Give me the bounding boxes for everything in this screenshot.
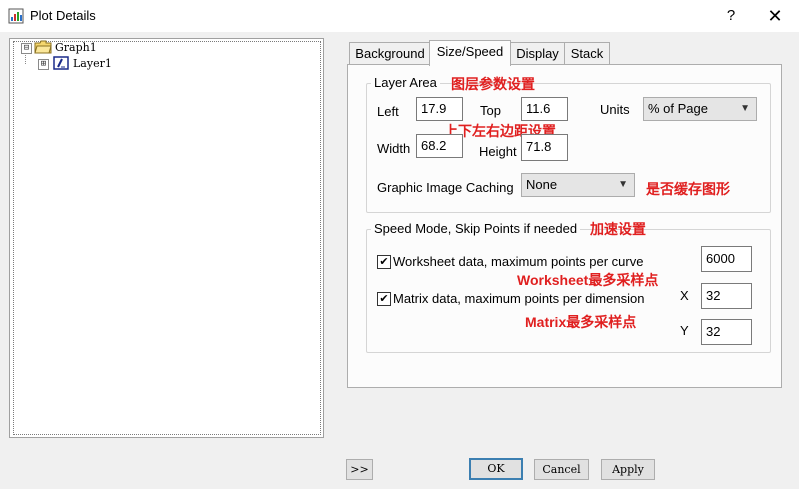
annotation-caching: 是否缓存图形 — [646, 181, 730, 197]
tree-connector — [25, 53, 27, 64]
tree-node-graph1[interactable]: Graph1 — [55, 41, 97, 54]
plot-details-icon — [8, 8, 24, 24]
caching-value: None — [526, 177, 558, 192]
tab-background[interactable]: Background — [349, 42, 431, 65]
worksheet-max-input[interactable]: 6000 — [701, 246, 752, 272]
speed-mode-title: Speed Mode, Skip Points if needed — [371, 221, 581, 236]
tree-node-layer1[interactable]: Layer1 — [73, 57, 112, 70]
more-button[interactable]: >> — [346, 459, 373, 480]
folder-icon — [34, 40, 52, 54]
cancel-button[interactable]: Cancel — [534, 459, 589, 480]
window-title: Plot Details — [30, 8, 96, 23]
units-select[interactable]: % of Page ▼ — [643, 97, 757, 121]
annotation-layer-area: 图层参数设置 — [451, 76, 535, 92]
tree-focus-frame — [13, 41, 321, 435]
units-value: % of Page — [648, 101, 708, 116]
top-input[interactable]: 11.6 — [521, 97, 568, 121]
caching-select[interactable]: None ▼ — [521, 173, 635, 197]
caching-label: Graphic Image Caching — [377, 180, 514, 195]
expand-icon[interactable]: ⊞ — [38, 59, 49, 70]
top-label: Top — [480, 103, 501, 118]
left-label: Left — [377, 104, 399, 119]
units-label: Units — [600, 102, 630, 117]
width-label: Width — [377, 141, 411, 156]
close-button[interactable]: ✕ — [762, 5, 788, 27]
x-label: X — [680, 288, 689, 303]
matrix-x-input[interactable]: 32 — [701, 283, 752, 309]
matrix-y-input[interactable]: 32 — [701, 319, 752, 345]
worksheet-label: Worksheet data, maximum points per curve — [393, 254, 644, 269]
layer-area-title: Layer Area — [371, 75, 440, 90]
chevron-down-icon: ▼ — [740, 103, 750, 114]
left-input[interactable]: 17.9 — [416, 97, 463, 121]
annotation-matrix: Matrix最多采样点 — [525, 314, 637, 330]
title-bar — [0, 0, 799, 32]
height-label: Height — [479, 144, 517, 159]
annotation-speed: 加速设置 — [590, 221, 646, 237]
ok-button[interactable]: OK — [469, 458, 523, 480]
chevron-down-icon: ▼ — [618, 179, 628, 190]
tab-size-speed[interactable]: Size/Speed — [429, 40, 511, 66]
annotation-worksheet: Worksheet最多采样点 — [517, 272, 659, 288]
matrix-checkbox[interactable]: ✔ — [377, 292, 391, 306]
height-input[interactable]: 71.8 — [521, 134, 568, 161]
y-label: Y — [680, 323, 689, 338]
tab-display[interactable]: Display — [509, 42, 566, 65]
layer-icon — [53, 56, 69, 70]
help-button[interactable]: ? — [718, 5, 744, 27]
apply-button[interactable]: Apply — [601, 459, 655, 480]
worksheet-checkbox[interactable]: ✔ — [377, 255, 391, 269]
tab-stack[interactable]: Stack — [564, 42, 610, 65]
width-input[interactable]: 68.2 — [416, 134, 463, 158]
matrix-label: Matrix data, maximum points per dimensio… — [393, 291, 645, 306]
